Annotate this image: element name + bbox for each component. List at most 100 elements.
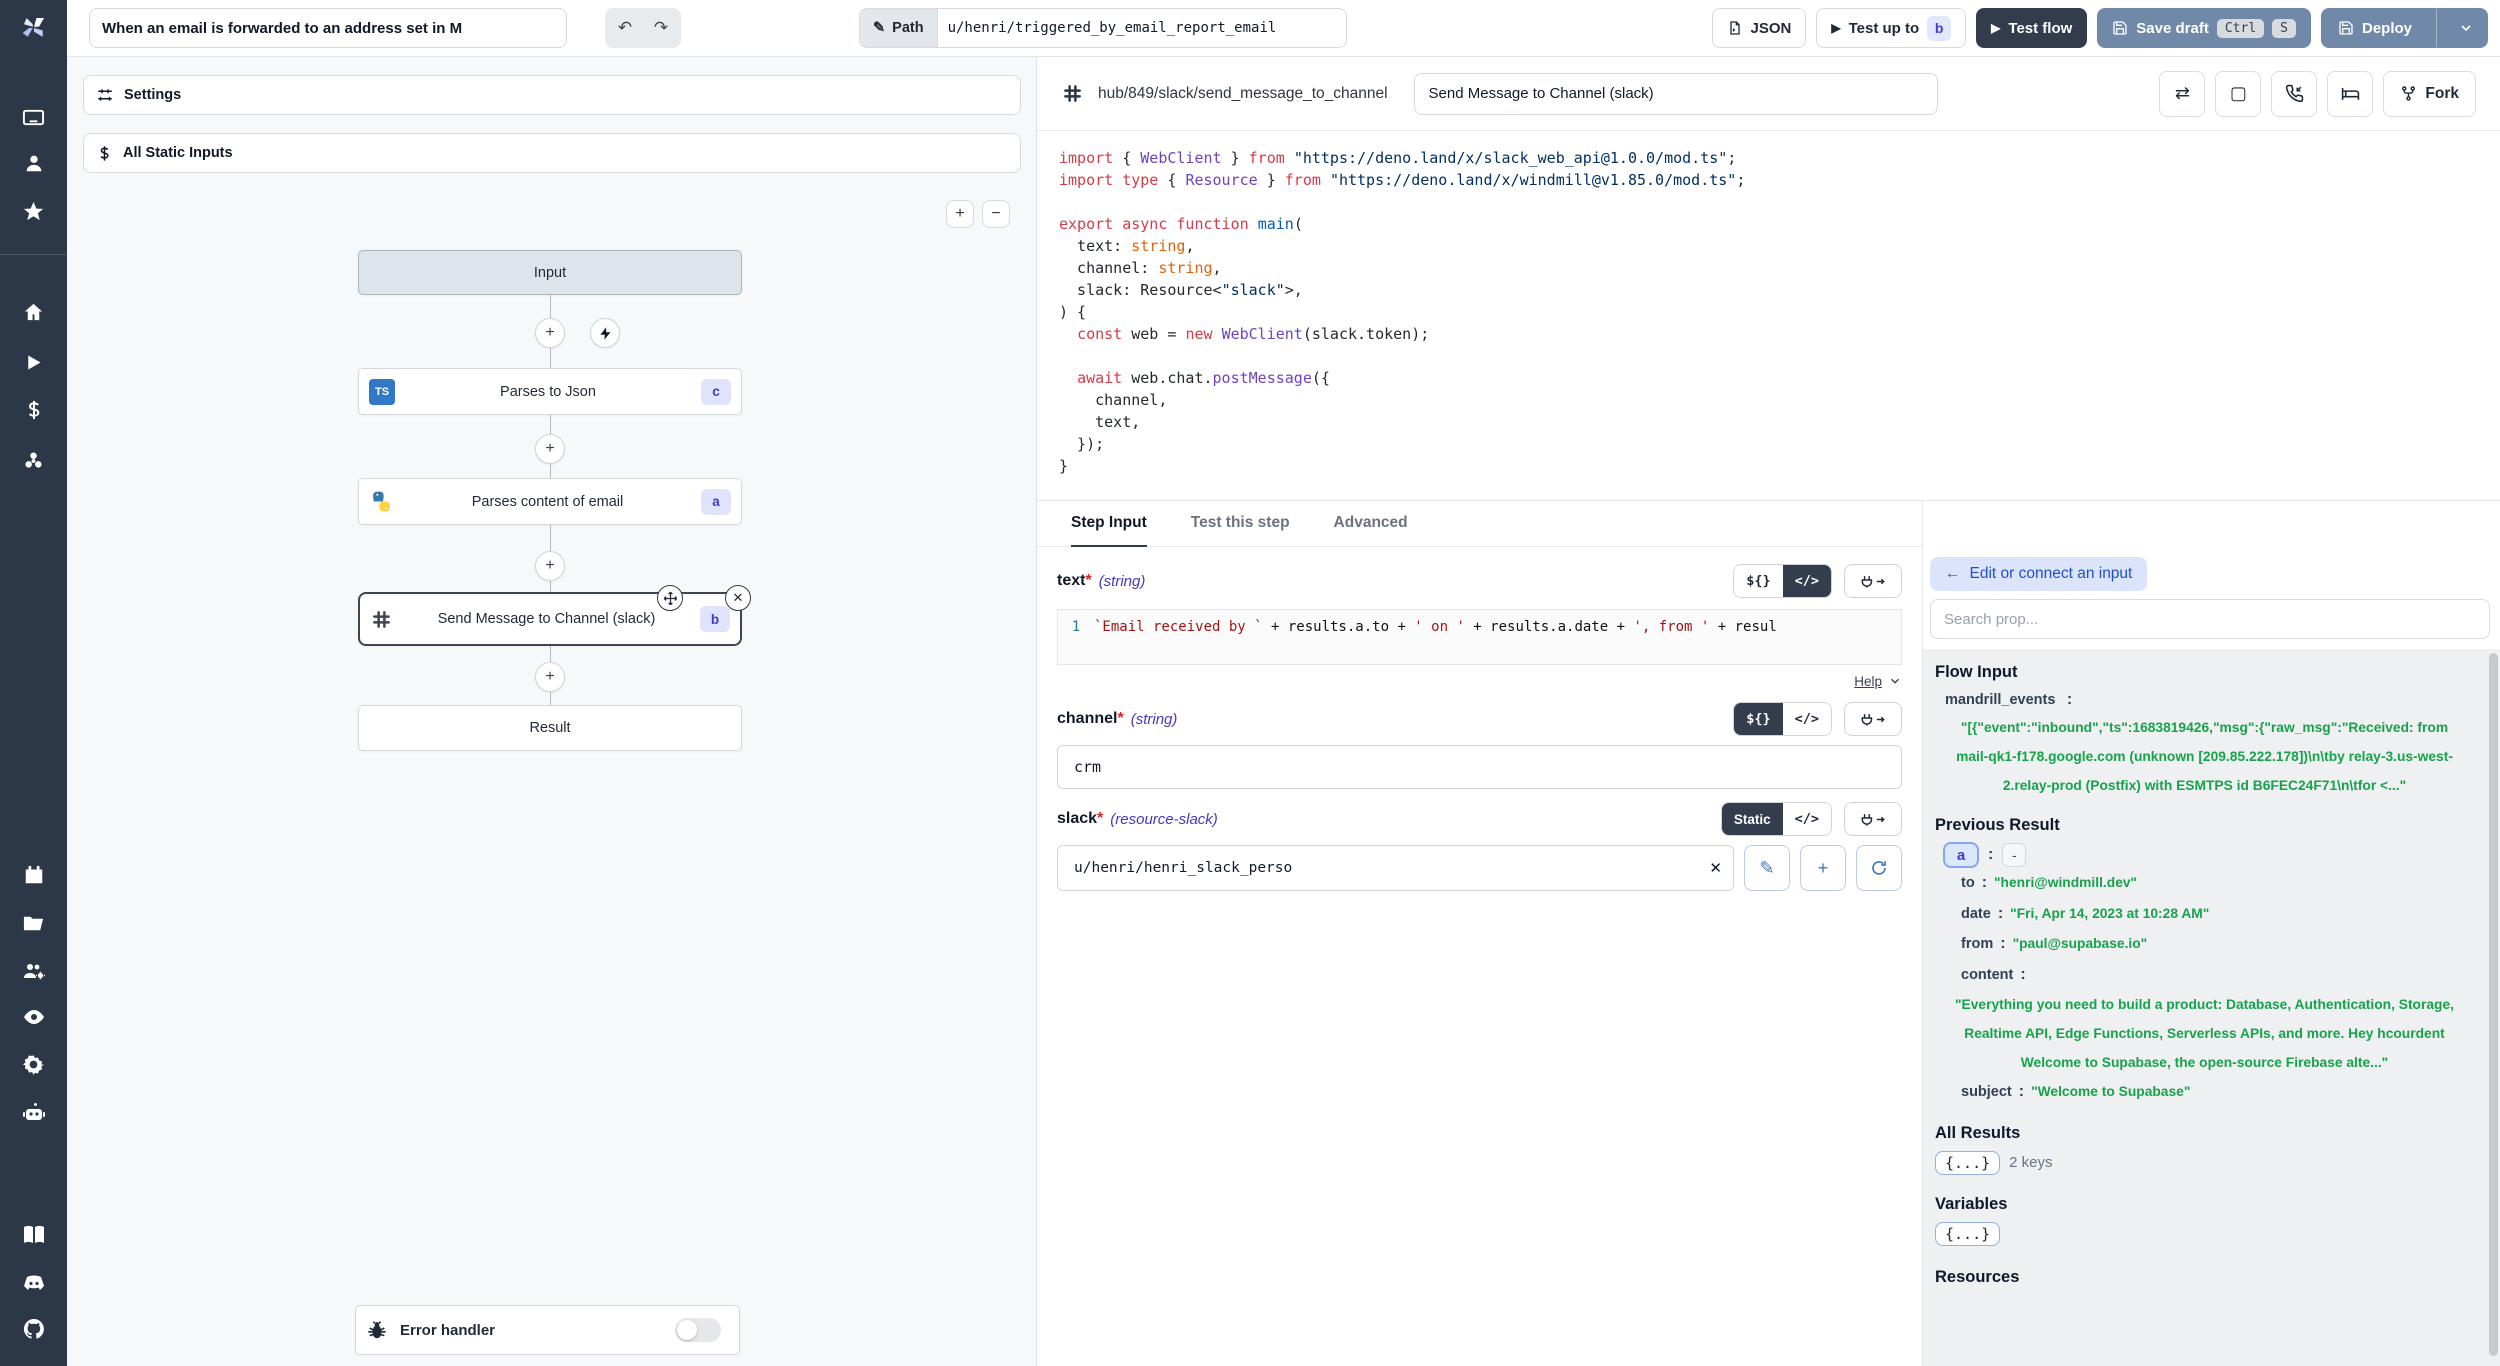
colon: : (2067, 691, 2072, 708)
prop-row[interactable]: from:"paul@supabase.io" (1961, 929, 2474, 960)
star-icon[interactable] (22, 199, 46, 223)
flow-node-input[interactable]: Input (358, 250, 742, 295)
flow-node-result[interactable]: Result (358, 705, 742, 751)
schedules-calendar-icon[interactable] (22, 863, 46, 887)
deploy-dropdown-button[interactable] (2445, 9, 2487, 47)
add-step-button[interactable]: + (535, 551, 565, 581)
code-mode-button[interactable]: </> (1783, 703, 1831, 735)
tab-test-this-step[interactable]: Test this step (1191, 501, 1290, 547)
error-handler-bar[interactable]: Error handler (355, 1305, 740, 1355)
field-type: (resource-slack) (1110, 811, 1218, 828)
connect-input-button[interactable] (1844, 564, 1902, 598)
fork-button[interactable]: Fork (2383, 71, 2476, 117)
redo-button[interactable]: ↷ (643, 10, 679, 46)
step-summary-input[interactable] (1414, 73, 1938, 115)
user-icon[interactable] (22, 151, 46, 175)
github-icon[interactable] (22, 1317, 46, 1341)
runs-play-icon[interactable] (22, 350, 46, 374)
undo-redo-group: ↶ ↷ (605, 8, 681, 48)
flow-node-parses-to-json[interactable]: TS Parses to Json c (358, 368, 742, 415)
stop-after-button[interactable]: ▢ (2215, 71, 2261, 117)
step-code-editor[interactable]: import { WebClient } from "https://deno.… (1037, 131, 2500, 500)
prop-search-input[interactable] (1930, 599, 2490, 639)
code-mode-button[interactable]: </> (1783, 565, 1831, 597)
groups-users-icon[interactable] (22, 959, 46, 983)
trigger-bolt-button[interactable] (590, 318, 620, 348)
help-link[interactable]: Help (1854, 674, 1882, 689)
flow-title-input[interactable] (89, 8, 567, 48)
code-mode-button[interactable]: </> (1783, 803, 1831, 835)
all-results-expand-chip[interactable]: {...} (1935, 1151, 2000, 1175)
flow-input-key-row[interactable]: mandrill_events : (1945, 691, 2474, 709)
path-input[interactable] (937, 8, 1347, 48)
text-expression-editor[interactable]: 1 `Email received by ` + results.a.to + … (1057, 609, 1902, 665)
step-bottom-section: Step Input Test this step Advanced text*… (1037, 500, 2500, 1366)
content-value[interactable]: "Everything you need to build a product:… (1949, 990, 2460, 1077)
prop-row[interactable]: to:"henri@windmill.dev" (1961, 868, 2474, 899)
add-step-button[interactable]: + (535, 318, 565, 348)
docs-book-icon[interactable] (22, 1223, 46, 1247)
json-button[interactable]: JSON (1712, 8, 1807, 48)
swap-arrows-button[interactable]: ⇄ (2159, 71, 2205, 117)
test-up-to-button[interactable]: ▶ Test up to b (1816, 8, 1966, 48)
prop-row[interactable]: date:"Fri, Apr 14, 2023 at 10:28 AM" (1961, 899, 2474, 930)
template-mode-button[interactable]: ${} (1734, 703, 1782, 735)
resources-spinner-icon[interactable] (22, 448, 46, 472)
variables-expand-chip[interactable]: {...} (1935, 1222, 2000, 1246)
main-layout: Settings All Static Inputs + − Input + T… (0, 57, 2500, 1366)
prop-row[interactable]: content: (1961, 960, 2474, 991)
home-icon[interactable] (22, 300, 46, 324)
audit-eye-icon[interactable] (22, 1005, 46, 1029)
bug-icon (366, 1319, 388, 1341)
flow-input-value[interactable]: "[{"event":"inbound","ts":1683819426,"ms… (1949, 713, 2460, 800)
add-step-button[interactable]: + (535, 434, 565, 464)
slack-resource-input[interactable] (1057, 845, 1734, 891)
deploy-button[interactable]: Deploy (2322, 9, 2428, 47)
template-mode-button[interactable]: ${} (1734, 565, 1782, 597)
settings-gear-icon[interactable] (22, 1052, 46, 1076)
tab-step-input[interactable]: Step Input (1071, 501, 1147, 547)
clear-resource-button[interactable]: ✕ (1709, 859, 1722, 877)
edit-or-connect-button[interactable]: ← Edit or connect an input (1930, 557, 2147, 591)
add-step-button[interactable]: + (535, 662, 565, 692)
test-flow-button[interactable]: ▶ Test flow (1976, 8, 2087, 48)
channel-input[interactable] (1057, 745, 1902, 789)
keyboard-shortcuts-icon[interactable] (22, 105, 46, 129)
result-a-chip[interactable]: a (1943, 842, 1979, 868)
bolt-icon (598, 326, 613, 341)
flow-node-send-message-selected[interactable]: Send Message to Channel (slack) b (358, 592, 742, 646)
sleep-bed-button[interactable] (2327, 71, 2373, 117)
discord-icon[interactable] (22, 1271, 46, 1295)
connect-input-button[interactable] (1844, 802, 1902, 836)
collapse-button[interactable]: - (2002, 843, 2026, 867)
arrow-left-icon: ← (1945, 565, 1961, 583)
flow-graph-panel: Settings All Static Inputs + − Input + T… (67, 57, 1037, 1366)
prop-row[interactable]: subject:"Welcome to Supabase" (1961, 1077, 2474, 1108)
zoom-in-button[interactable]: + (946, 200, 974, 228)
add-resource-button[interactable]: + (1800, 845, 1846, 891)
flow-node-parses-content[interactable]: Parses content of email a (358, 478, 742, 525)
connect-input-button[interactable] (1844, 702, 1902, 736)
refresh-resource-button[interactable] (1856, 845, 1902, 891)
all-static-inputs-button[interactable]: All Static Inputs (83, 133, 1021, 173)
variables-dollar-icon[interactable] (22, 398, 46, 422)
move-node-handle[interactable] (657, 585, 683, 611)
flow-settings-label: Settings (124, 87, 181, 103)
suspend-call-button[interactable] (2271, 71, 2317, 117)
undo-button[interactable]: ↶ (607, 10, 643, 46)
path-edit-button[interactable]: ✎ Path (859, 8, 937, 48)
static-mode-button[interactable]: Static (1722, 803, 1783, 835)
error-handler-toggle[interactable] (675, 1318, 721, 1342)
delete-node-button[interactable]: ✕ (725, 585, 751, 611)
flow-settings-button[interactable]: Settings (83, 75, 1021, 115)
minus-icon: − (991, 205, 1000, 223)
edit-resource-button[interactable]: ✎ (1744, 845, 1790, 891)
zoom-out-button[interactable]: − (982, 200, 1010, 228)
windmill-logo[interactable] (0, 0, 67, 57)
tab-advanced[interactable]: Advanced (1334, 501, 1408, 547)
plus-icon: + (545, 557, 554, 575)
save-draft-button[interactable]: Save draft Ctrl S (2097, 8, 2311, 48)
folders-icon[interactable] (22, 911, 46, 935)
scrollbar[interactable] (2489, 653, 2498, 1356)
workers-robot-icon[interactable] (22, 1101, 46, 1125)
